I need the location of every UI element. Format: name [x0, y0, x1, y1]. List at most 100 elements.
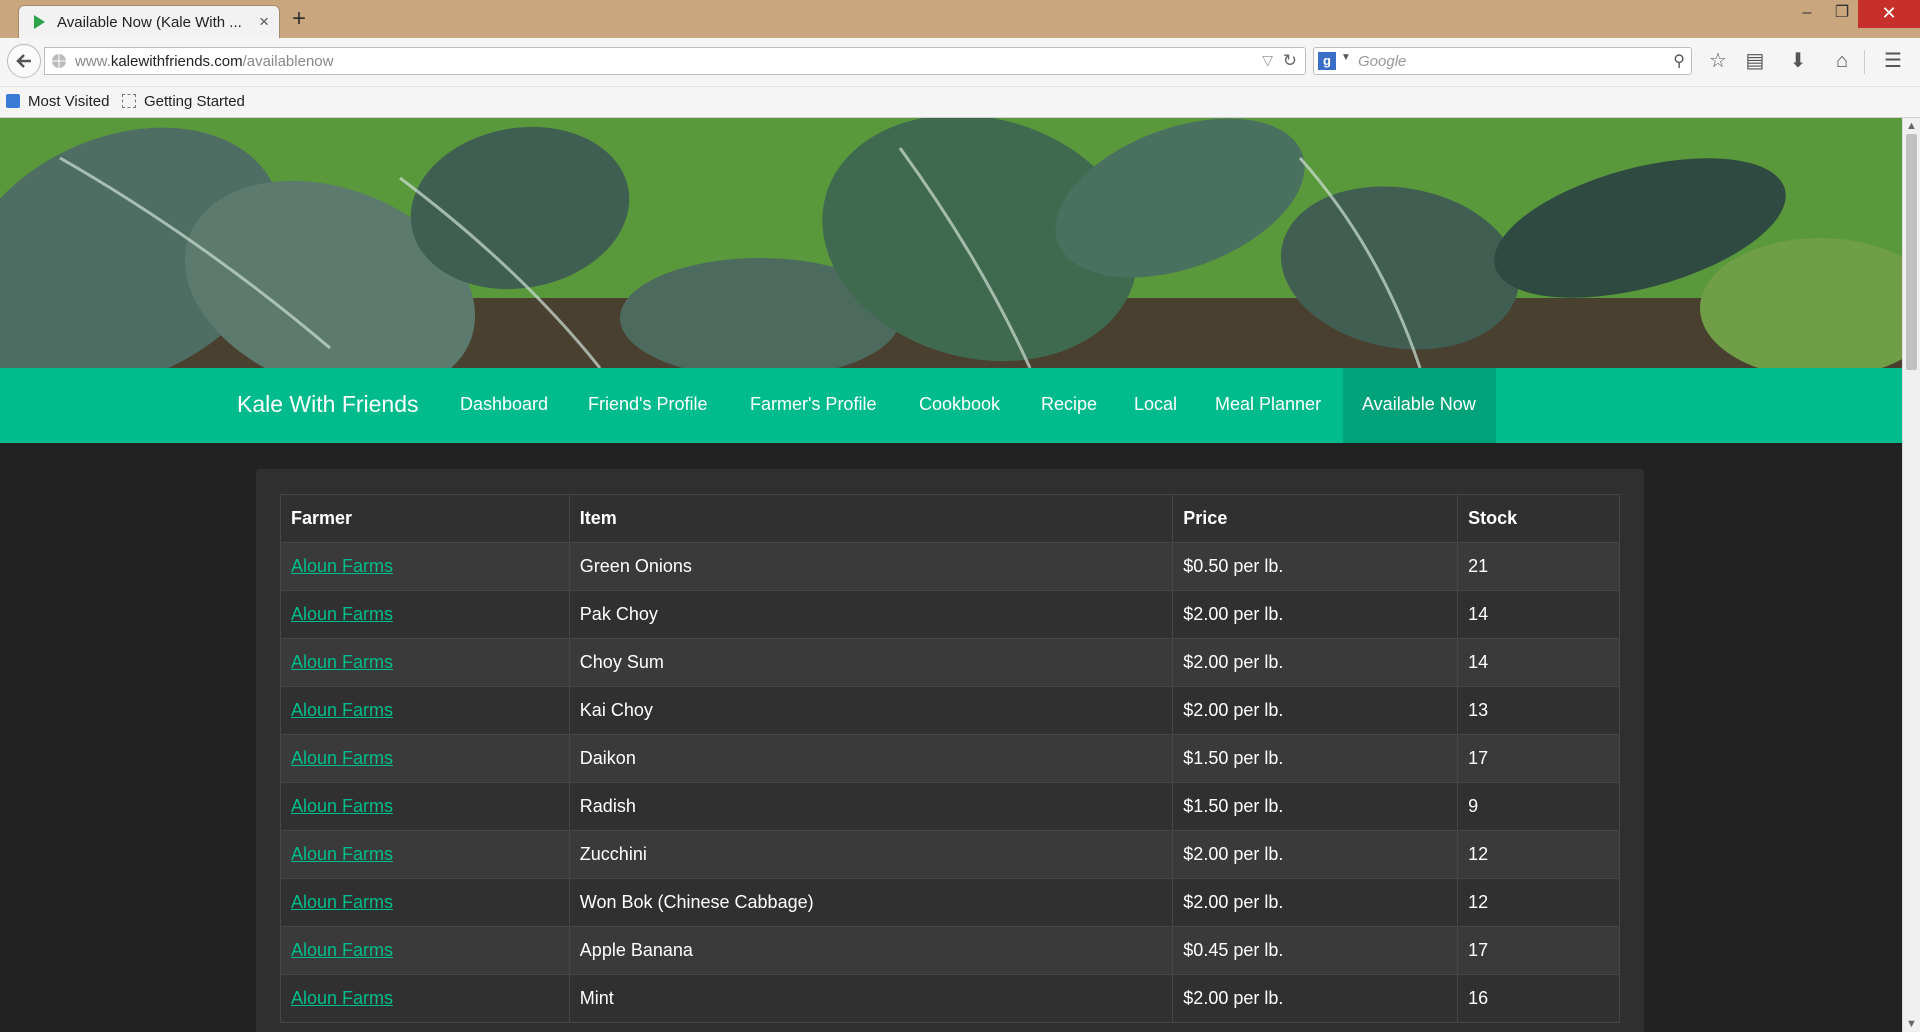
stock-cell: 14: [1457, 638, 1620, 687]
farmer-cell: Aloun Farms: [280, 542, 570, 591]
nav-local[interactable]: Local: [1134, 394, 1177, 415]
kale-banner-image: [0, 118, 1902, 368]
table-row: Aloun Farms Pak Choy $2.00 per lb. 14: [280, 590, 1620, 639]
header-farmer: Farmer: [280, 494, 570, 543]
available-items-table: Farmer Item Price Stock Aloun Farms Gree…: [280, 494, 1620, 1023]
farmer-link[interactable]: Aloun Farms: [291, 700, 393, 720]
farmer-cell: Aloun Farms: [280, 782, 570, 831]
farmer-link[interactable]: Aloun Farms: [291, 988, 393, 1008]
window-close-icon[interactable]: ✕: [1858, 0, 1920, 28]
search-icon[interactable]: ⚲: [1673, 51, 1685, 71]
content-panel: Farmer Item Price Stock Aloun Farms Gree…: [256, 469, 1644, 1032]
download-icon[interactable]: ⬇: [1785, 48, 1811, 74]
nav-available-now[interactable]: Available Now: [1362, 394, 1476, 415]
browser-titlebar: Available Now (Kale With ... × + – ❐ ✕: [0, 0, 1920, 38]
page-scrollbar[interactable]: ▲ ▼: [1902, 118, 1920, 1032]
farmer-link[interactable]: Aloun Farms: [291, 892, 393, 912]
search-bar[interactable]: g ▼ Google ⚲: [1313, 47, 1692, 75]
scrollbar-thumb[interactable]: [1906, 134, 1917, 370]
nav-friends-profile[interactable]: Friend's Profile: [588, 394, 707, 415]
reload-icon[interactable]: ↻: [1283, 51, 1297, 71]
farmer-cell: Aloun Farms: [280, 734, 570, 783]
farmer-link[interactable]: Aloun Farms: [291, 796, 393, 816]
nav-dashboard[interactable]: Dashboard: [460, 394, 548, 415]
search-placeholder: Google: [1358, 53, 1407, 70]
back-button[interactable]: [7, 44, 41, 78]
globe-icon: [52, 54, 66, 68]
url-path: /availablenow: [242, 53, 334, 70]
stock-cell: 16: [1457, 974, 1620, 1023]
table-header-row: Farmer Item Price Stock: [280, 494, 1620, 543]
item-cell: Radish: [568, 782, 1174, 831]
price-cell: $2.00 per lb.: [1172, 686, 1459, 735]
header-item: Item: [568, 494, 1174, 543]
farmer-link[interactable]: Aloun Farms: [291, 652, 393, 672]
scroll-down-icon[interactable]: ▼: [1906, 1018, 1917, 1030]
url-history-dropdown-icon[interactable]: ▽: [1262, 52, 1273, 69]
bookmark-most-visited[interactable]: Most Visited: [6, 93, 109, 110]
farmer-cell: Aloun Farms: [280, 830, 570, 879]
url-bar[interactable]: www.kalewithfriends.com/availablenow ▽ ↻: [44, 47, 1306, 75]
back-arrow-icon: [16, 54, 31, 68]
item-cell: Choy Sum: [568, 638, 1174, 687]
header-price: Price: [1172, 494, 1459, 543]
item-cell: Green Onions: [568, 542, 1174, 591]
menu-icon[interactable]: ☰: [1880, 48, 1906, 74]
url-domain: kalewithfriends.com: [110, 53, 243, 70]
tab-close-icon[interactable]: ×: [259, 12, 269, 32]
stock-cell: 14: [1457, 590, 1620, 639]
nav-recipe[interactable]: Recipe: [1041, 394, 1097, 415]
table-row: Aloun Farms Daikon $1.50 per lb. 17: [280, 734, 1620, 783]
item-cell: Pak Choy: [568, 590, 1174, 639]
site-brand[interactable]: Kale With Friends: [237, 391, 419, 418]
nav-meal-planner[interactable]: Meal Planner: [1215, 394, 1321, 415]
farmer-cell: Aloun Farms: [280, 686, 570, 735]
site-navbar: Kale With Friends Dashboard Friend's Pro…: [0, 368, 1902, 443]
bookmarks-list-icon[interactable]: ▤: [1742, 48, 1768, 74]
farmer-cell: Aloun Farms: [280, 590, 570, 639]
scroll-up-icon[interactable]: ▲: [1906, 120, 1917, 132]
farmer-cell: Aloun Farms: [280, 638, 570, 687]
farmer-link[interactable]: Aloun Farms: [291, 940, 393, 960]
item-cell: Apple Banana: [568, 926, 1174, 975]
bookmarks-bar: Most Visited Getting Started: [0, 87, 1920, 118]
url-text: www.kalewithfriends.com/availablenow: [75, 53, 333, 70]
farmer-link[interactable]: Aloun Farms: [291, 604, 393, 624]
stock-cell: 12: [1457, 878, 1620, 927]
nav-cookbook[interactable]: Cookbook: [919, 394, 1000, 415]
price-cell: $0.45 per lb.: [1172, 926, 1459, 975]
item-cell: Won Bok (Chinese Cabbage): [568, 878, 1174, 927]
item-cell: Kai Choy: [568, 686, 1174, 735]
nav-farmers-profile[interactable]: Farmer's Profile: [750, 394, 876, 415]
table-row: Aloun Farms Radish $1.50 per lb. 9: [280, 782, 1620, 831]
table-row: Aloun Farms Choy Sum $2.00 per lb. 14: [280, 638, 1620, 687]
table-row: Aloun Farms Green Onions $0.50 per lb. 2…: [280, 542, 1620, 591]
tab-title: Available Now (Kale With ...: [57, 14, 242, 31]
item-cell: Zucchini: [568, 830, 1174, 879]
stock-cell: 12: [1457, 830, 1620, 879]
table-row: Aloun Farms Mint $2.00 per lb. 16: [280, 974, 1620, 1023]
engine-dropdown-icon[interactable]: ▼: [1341, 52, 1351, 63]
browser-tab-active[interactable]: Available Now (Kale With ... ×: [18, 5, 280, 38]
header-stock: Stock: [1457, 494, 1620, 543]
item-cell: Daikon: [568, 734, 1174, 783]
bookmark-star-icon[interactable]: ☆: [1705, 48, 1731, 74]
play-favicon-icon: [34, 15, 45, 29]
table-row: Aloun Farms Kai Choy $2.00 per lb. 13: [280, 686, 1620, 735]
bookmark-label: Most Visited: [28, 93, 110, 110]
farmer-link[interactable]: Aloun Farms: [291, 748, 393, 768]
getting-started-icon: [122, 94, 136, 108]
farmer-link[interactable]: Aloun Farms: [291, 556, 393, 576]
farmer-link[interactable]: Aloun Farms: [291, 844, 393, 864]
price-cell: $2.00 per lb.: [1172, 830, 1459, 879]
bookmark-label: Getting Started: [144, 93, 245, 110]
new-tab-icon[interactable]: +: [292, 5, 306, 33]
farmer-cell: Aloun Farms: [280, 878, 570, 927]
farmer-cell: Aloun Farms: [280, 974, 570, 1023]
price-cell: $1.50 per lb.: [1172, 782, 1459, 831]
home-icon[interactable]: ⌂: [1829, 48, 1855, 74]
bookmark-getting-started[interactable]: Getting Started: [122, 93, 245, 110]
google-engine-icon[interactable]: g: [1318, 52, 1336, 70]
price-cell: $0.50 per lb.: [1172, 542, 1459, 591]
stock-cell: 9: [1457, 782, 1620, 831]
